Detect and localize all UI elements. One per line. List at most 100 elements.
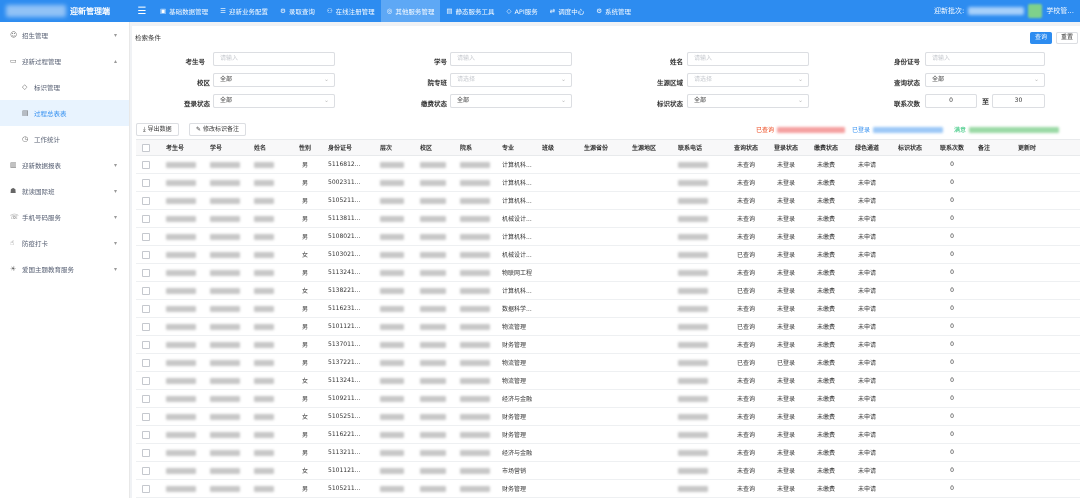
row-checkbox[interactable] — [142, 322, 150, 331]
dlzt-select[interactable]: 全部 ⌄ — [213, 94, 335, 108]
table-row[interactable]: 男 5137011... 财务管理 未查询 未登录 未缴费 未申请 0 — [136, 336, 1080, 354]
row-checkbox[interactable] — [142, 286, 150, 295]
sidebar-item-1[interactable]: ▭ 迎新过程管理 ▴ — [0, 48, 129, 74]
sfzh-input[interactable]: 请输入 — [925, 52, 1045, 66]
table-row[interactable]: 男 5113211... 经济与金融 未查询 未登录 未缴费 未申请 0 — [136, 444, 1080, 462]
row-checkbox[interactable] — [142, 430, 150, 439]
row-checkbox[interactable] — [142, 268, 150, 277]
column-header[interactable]: 查询状态 — [726, 140, 766, 155]
table-row[interactable]: 女 5105251... 财务管理 未查询 未登录 未缴费 未申请 0 — [136, 408, 1080, 426]
column-header[interactable]: 绿色通道 — [846, 140, 888, 155]
column-header[interactable]: 联系电话 — [672, 140, 726, 155]
column-header[interactable]: 班级 — [536, 140, 578, 155]
row-checkbox[interactable] — [142, 178, 150, 187]
cxzt-select[interactable]: 全部 ⌄ — [925, 73, 1045, 87]
row-checkbox[interactable] — [142, 466, 150, 475]
column-header[interactable]: 性别 — [288, 140, 322, 155]
sidebar-item-8[interactable]: ☝ 防疫打卡 ▾ — [0, 230, 129, 256]
table-row[interactable]: 男 5101121... 物流管理 已查询 未登录 未缴费 未申请 0 — [136, 318, 1080, 336]
column-header[interactable]: 院系 — [454, 140, 496, 155]
xm-input[interactable]: 请输入 — [687, 52, 809, 66]
row-checkbox[interactable] — [142, 394, 150, 403]
column-header[interactable]: 缴费状态 — [806, 140, 846, 155]
row-checkbox[interactable] — [142, 376, 150, 385]
bszt-select[interactable]: 全部 ⌄ — [687, 94, 809, 108]
column-header[interactable]: 考生号 — [160, 140, 204, 155]
table-row[interactable]: 男 5137221... 物流管理 已查询 已登录 未缴费 未申请 0 — [136, 354, 1080, 372]
column-header[interactable]: 姓名 — [248, 140, 288, 155]
hamburger-menu-icon[interactable]: ☰ — [130, 6, 154, 17]
table-row[interactable]: 女 5138221... 计算机科... 已查询 未登录 未缴费 未申请 0 — [136, 282, 1080, 300]
row-checkbox[interactable] — [142, 196, 150, 205]
column-header[interactable]: 生源省份 — [578, 140, 626, 155]
column-header[interactable]: 联系次数 — [932, 140, 972, 155]
table-row[interactable]: 男 5116221... 财务管理 未查询 未登录 未缴费 未申请 0 — [136, 426, 1080, 444]
sidebar-item-6[interactable]: ☗ 就读国际班 ▾ — [0, 178, 129, 204]
reset-button[interactable]: 重置 — [1056, 32, 1078, 44]
export-button[interactable]: ⤓ 导出数据 — [136, 123, 179, 136]
yx-select[interactable]: 请选择 ⌄ — [450, 73, 572, 87]
lxcs-to-input[interactable]: 30 — [992, 94, 1045, 108]
topnav-item-6[interactable]: ◇ API服务 — [500, 0, 543, 22]
sidebar-item-9[interactable]: ☀ 爱国主题教育服务 ▾ — [0, 256, 129, 282]
column-header[interactable]: 登录状态 — [766, 140, 806, 155]
xh-input[interactable]: 请输入 — [450, 52, 572, 66]
ksh-input[interactable]: 请输入 — [213, 52, 335, 66]
column-header[interactable]: 身份证号 — [322, 140, 374, 155]
column-header[interactable]: 专业 — [496, 140, 536, 155]
edit-remark-button[interactable]: ✎ 修改标识备注 — [189, 123, 246, 136]
column-header[interactable]: 标识状态 — [888, 140, 932, 155]
row-checkbox[interactable] — [142, 232, 150, 241]
column-header[interactable]: 校区 — [414, 140, 454, 155]
column-header[interactable]: 备注 — [972, 140, 1012, 155]
query-button[interactable]: 查询 — [1030, 32, 1052, 44]
table-row[interactable]: 男 5116812... 计算机科... 未查询 未登录 未缴费 未申请 0 — [136, 156, 1080, 174]
sidebar-item-3[interactable]: ▤ 过程总表表 — [0, 100, 129, 126]
sidebar-item-4[interactable]: ◷ 工作统计 — [0, 126, 129, 152]
table-row[interactable]: 男 5116231... 数据科学... 未查询 未登录 未缴费 未申请 0 — [136, 300, 1080, 318]
table-row[interactable]: 女 5113241... 物流管理 未查询 未登录 未缴费 未申请 0 — [136, 372, 1080, 390]
topnav-item-1[interactable]: ☰ 迎新业务配置 — [214, 0, 274, 22]
row-checkbox[interactable] — [142, 304, 150, 313]
sidebar-item-7[interactable]: ☏ 手机号码服务 ▾ — [0, 204, 129, 230]
topnav-item-3[interactable]: ⚇ 在线注册管理 — [321, 0, 381, 22]
table-row[interactable]: 男 5002311... 计算机科... 未查询 未登录 未缴费 未申请 0 — [136, 174, 1080, 192]
row-checkbox[interactable] — [142, 214, 150, 223]
table-row[interactable]: 男 5113241... 物联网工程 未查询 未登录 未缴费 未申请 0 — [136, 264, 1080, 282]
select-all-checkbox[interactable] — [142, 143, 150, 152]
column-header[interactable]: 层次 — [374, 140, 414, 155]
row-checkbox[interactable] — [142, 160, 150, 169]
topnav-item-4[interactable]: ◎ 其他服务管理 — [380, 0, 441, 22]
sidebar-item-0[interactable]: ☺ 招生管理 ▾ — [0, 22, 129, 48]
row-checkbox[interactable] — [142, 340, 150, 349]
sydq-select[interactable]: 请选择 ⌄ — [687, 73, 809, 87]
xq-select[interactable]: 全部 ⌄ — [213, 73, 335, 87]
table-row[interactable]: 男 5109211... 经济与金融 未查询 未登录 未缴费 未申请 0 — [136, 390, 1080, 408]
table-row[interactable]: 男 5105211... 财务管理 未查询 未登录 未缴费 未申请 0 — [136, 480, 1080, 498]
lxcs-from-input[interactable]: 0 — [925, 94, 977, 108]
column-header[interactable]: 更新时 — [1012, 140, 1052, 155]
topnav-item-8[interactable]: ⚙ 系统管理 — [590, 0, 637, 22]
topnav-item-7[interactable]: ⇄ 调度中心 — [544, 0, 590, 22]
column-header[interactable]: 学号 — [204, 140, 248, 155]
row-checkbox[interactable] — [142, 412, 150, 421]
table-row[interactable]: 男 5105211... 计算机科... 未查询 未登录 未缴费 未申请 0 — [136, 192, 1080, 210]
avatar[interactable] — [1028, 4, 1043, 18]
batch-select[interactable] — [968, 7, 1025, 15]
row-checkbox[interactable] — [142, 484, 150, 493]
sidebar-item-2[interactable]: ◇ 标识管理 — [0, 74, 129, 100]
select-all-checkbox-cell[interactable] — [136, 140, 160, 155]
topnav-item-2[interactable]: ⚙ 录取查询 — [274, 0, 321, 22]
row-checkbox[interactable] — [142, 358, 150, 367]
table-row[interactable]: 男 5113811... 机械设计... 未查询 未登录 未缴费 未申请 0 — [136, 210, 1080, 228]
table-row[interactable]: 女 5101121... 市场营销 未查询 未登录 未缴费 未申请 0 — [136, 462, 1080, 480]
column-header[interactable]: 生源地区 — [626, 140, 672, 155]
table-row[interactable]: 男 5108021... 计算机科... 未查询 未登录 未缴费 未申请 0 — [136, 228, 1080, 246]
sidebar-item-5[interactable]: ▥ 迎新数据报表 ▾ — [0, 152, 129, 178]
jfzt-select[interactable]: 全部 ⌄ — [450, 94, 572, 108]
row-checkbox[interactable] — [142, 448, 150, 457]
user-name[interactable]: 学校管... — [1046, 6, 1074, 16]
app-logo[interactable]: 迎新管理端 — [0, 0, 130, 22]
topnav-item-5[interactable]: ▤ 静态服务工具 — [440, 0, 500, 22]
row-checkbox[interactable] — [142, 250, 150, 259]
